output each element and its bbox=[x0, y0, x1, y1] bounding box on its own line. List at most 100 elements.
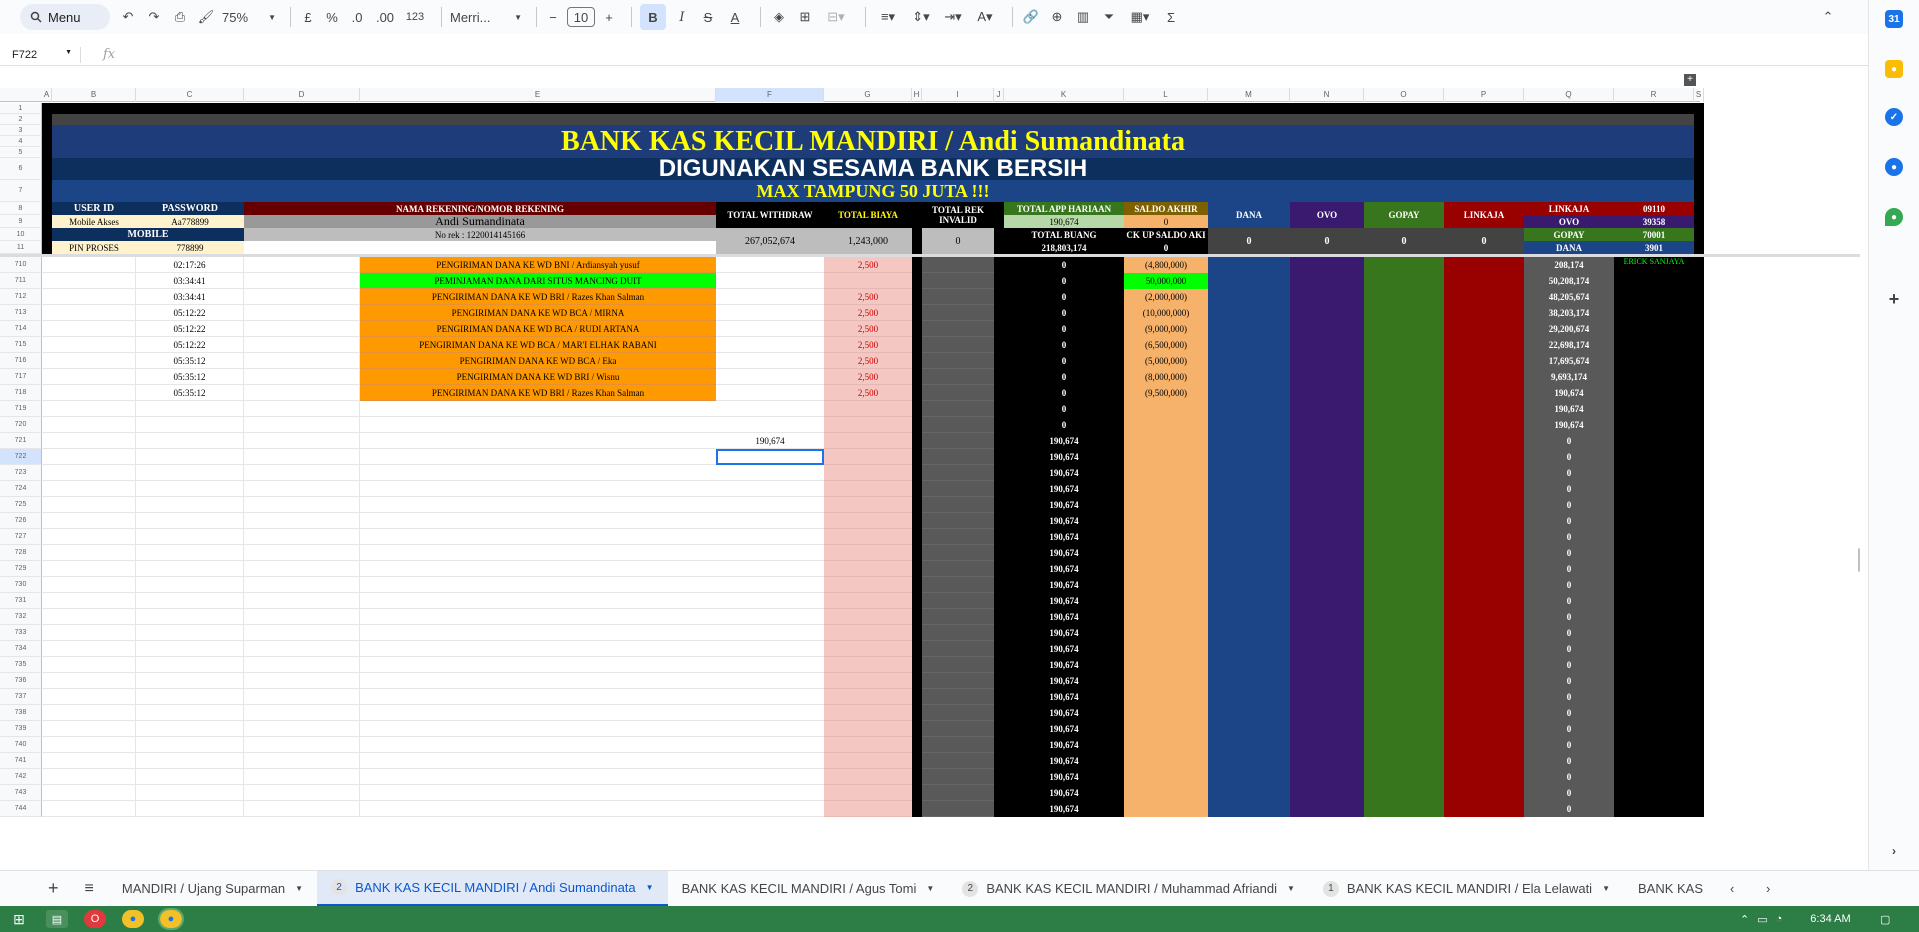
column-header[interactable]: B bbox=[52, 88, 136, 102]
column-header[interactable]: L bbox=[1124, 88, 1208, 102]
maps-icon[interactable]: ● bbox=[1885, 208, 1903, 226]
column-header[interactable]: M bbox=[1208, 88, 1290, 102]
sheet-tab[interactable]: BANK KAS KECIL MANDIRI / Agus Tomi ▼ bbox=[668, 871, 949, 907]
column-header[interactable]: C bbox=[136, 88, 244, 102]
italic-icon[interactable]: I bbox=[672, 4, 692, 30]
row-header[interactable]: 741 bbox=[0, 753, 42, 769]
row-header[interactable]: 717 bbox=[0, 369, 42, 385]
zoom-select[interactable]: 75% ▼ bbox=[222, 4, 276, 30]
row-header[interactable]: 733 bbox=[0, 625, 42, 641]
column-header[interactable]: P bbox=[1444, 88, 1524, 102]
all-sheets-button[interactable]: ≡ bbox=[77, 871, 108, 907]
row-header[interactable]: 743 bbox=[0, 785, 42, 801]
row-header[interactable]: 8 bbox=[0, 202, 42, 215]
filter-icon[interactable]: ⏷ bbox=[1099, 4, 1119, 30]
row-header[interactable]: 714 bbox=[0, 321, 42, 337]
selected-cell[interactable] bbox=[716, 449, 824, 465]
column-header[interactable]: K bbox=[1004, 88, 1124, 102]
fill-color-icon[interactable]: ◈ bbox=[769, 4, 789, 30]
row-header[interactable]: 716 bbox=[0, 353, 42, 369]
sheet-tab[interactable]: 1 BANK KAS KECIL MANDIRI / Ela Lelawati ▼ bbox=[1309, 871, 1624, 907]
corner-add-icon[interactable]: + bbox=[1684, 74, 1696, 86]
scroll-tabs-right-icon[interactable]: › bbox=[1752, 871, 1784, 907]
column-header[interactable]: N bbox=[1290, 88, 1364, 102]
row-header[interactable]: 723 bbox=[0, 465, 42, 481]
chevron-down-icon[interactable]: ▼ bbox=[926, 884, 934, 893]
column-header[interactable]: F bbox=[716, 88, 824, 102]
spreadsheet-grid[interactable]: + ABCDEFGHIJKLMNOPQRS 1 2 3 4 5 6 7 8 9 10 11 710 71… bbox=[0, 74, 1860, 858]
column-header[interactable]: G bbox=[824, 88, 912, 102]
column-header[interactable]: O bbox=[1364, 88, 1444, 102]
currency-button[interactable]: £ bbox=[299, 4, 317, 30]
text-rotation-icon[interactable]: A▾ bbox=[972, 4, 998, 30]
row-header[interactable]: 732 bbox=[0, 609, 42, 625]
row-header[interactable]: 725 bbox=[0, 497, 42, 513]
bold-icon[interactable]: B bbox=[640, 4, 666, 30]
undo-icon[interactable]: ↶ bbox=[118, 4, 138, 30]
row-header[interactable]: 713 bbox=[0, 305, 42, 321]
comment-icon[interactable]: ⊕ bbox=[1047, 4, 1067, 30]
row-header[interactable]: 2 bbox=[0, 114, 42, 125]
paint-format-icon[interactable]: 🖌 bbox=[196, 4, 216, 30]
row-header[interactable]: 712 bbox=[0, 289, 42, 305]
row-header[interactable]: 736 bbox=[0, 673, 42, 689]
name-box[interactable]: F722 ▼ bbox=[0, 49, 80, 61]
print-icon[interactable]: ⎙ bbox=[170, 4, 190, 30]
scroll-tabs-left-icon[interactable]: ‹ bbox=[1716, 871, 1748, 907]
volume-icon[interactable]: ◔ bbox=[1776, 913, 1783, 926]
column-header[interactable]: S bbox=[1694, 88, 1704, 102]
formula-input[interactable] bbox=[115, 45, 1868, 65]
add-sheet-button[interactable]: + bbox=[0, 871, 77, 907]
row-header[interactable]: 738 bbox=[0, 705, 42, 721]
increase-decimal-button[interactable]: .00 bbox=[373, 4, 397, 30]
row-header[interactable]: 721 bbox=[0, 433, 42, 449]
windows-start-icon[interactable]: ⊞ bbox=[8, 910, 30, 928]
tasks-icon[interactable]: ✓ bbox=[1885, 108, 1903, 126]
strikethrough-icon[interactable]: S bbox=[698, 4, 718, 30]
text-wrap-icon[interactable]: ⇥▾ bbox=[940, 4, 966, 30]
row-header[interactable]: 6 bbox=[0, 158, 42, 180]
sheet-tab[interactable]: MANDIRI / Ujang Suparman ▼ bbox=[108, 871, 317, 907]
chevron-down-icon[interactable]: ▼ bbox=[646, 883, 654, 892]
chevron-down-icon[interactable]: ▼ bbox=[1602, 884, 1610, 893]
row-header[interactable]: 735 bbox=[0, 657, 42, 673]
chart-icon[interactable]: ▥ bbox=[1073, 4, 1093, 30]
row-header[interactable]: 718 bbox=[0, 385, 42, 401]
row-header[interactable]: 719 bbox=[0, 401, 42, 417]
row-header[interactable]: 731 bbox=[0, 593, 42, 609]
row-header[interactable]: 1 bbox=[0, 103, 42, 114]
add-addon-icon[interactable]: + bbox=[1885, 289, 1903, 309]
row-header[interactable]: 726 bbox=[0, 513, 42, 529]
row-header[interactable]: 711 bbox=[0, 273, 42, 289]
tab-active-sheet[interactable]: 2 BANK KAS KECIL MANDIRI / Andi Sumandina… bbox=[317, 870, 668, 907]
chrome-active-icon[interactable]: ● bbox=[158, 908, 184, 930]
clock[interactable]: 6:34 AM bbox=[1810, 913, 1850, 926]
font-size-minus-button[interactable]: − bbox=[545, 4, 561, 30]
font-select[interactable]: Merri... ▼ bbox=[450, 4, 522, 30]
column-header[interactable]: D bbox=[244, 88, 360, 102]
column-header[interactable]: J bbox=[994, 88, 1004, 102]
row-header[interactable]: 710 bbox=[0, 257, 42, 273]
expand-panel-icon[interactable]: › bbox=[1885, 842, 1903, 860]
calendar-icon[interactable]: 31 bbox=[1885, 10, 1903, 28]
row-header[interactable]: 740 bbox=[0, 737, 42, 753]
column-header[interactable]: H bbox=[912, 88, 922, 102]
row-header[interactable]: 734 bbox=[0, 641, 42, 657]
row-header[interactable]: 728 bbox=[0, 545, 42, 561]
row-header[interactable]: 715 bbox=[0, 337, 42, 353]
vertical-scrollbar[interactable] bbox=[1858, 548, 1860, 572]
column-header[interactable]: E bbox=[360, 88, 716, 102]
network-icon[interactable]: ▭ bbox=[1757, 913, 1767, 926]
collapse-toolbar-icon[interactable]: ⌃ bbox=[1818, 4, 1838, 30]
column-header[interactable]: I bbox=[922, 88, 994, 102]
row-header[interactable]: 11 bbox=[0, 241, 42, 254]
row-header[interactable]: 727 bbox=[0, 529, 42, 545]
filter-views-icon[interactable]: ▦▾ bbox=[1125, 4, 1155, 30]
row-header[interactable]: 3 bbox=[0, 125, 42, 136]
chevron-down-icon[interactable]: ▼ bbox=[295, 884, 303, 893]
align-horizontal-icon[interactable]: ≡▾ bbox=[874, 4, 902, 30]
row-header[interactable]: 729 bbox=[0, 561, 42, 577]
merge-cells-icon[interactable]: ⊟▾ bbox=[821, 4, 851, 30]
font-size-plus-button[interactable]: + bbox=[601, 4, 617, 30]
row-header[interactable]: 742 bbox=[0, 769, 42, 785]
